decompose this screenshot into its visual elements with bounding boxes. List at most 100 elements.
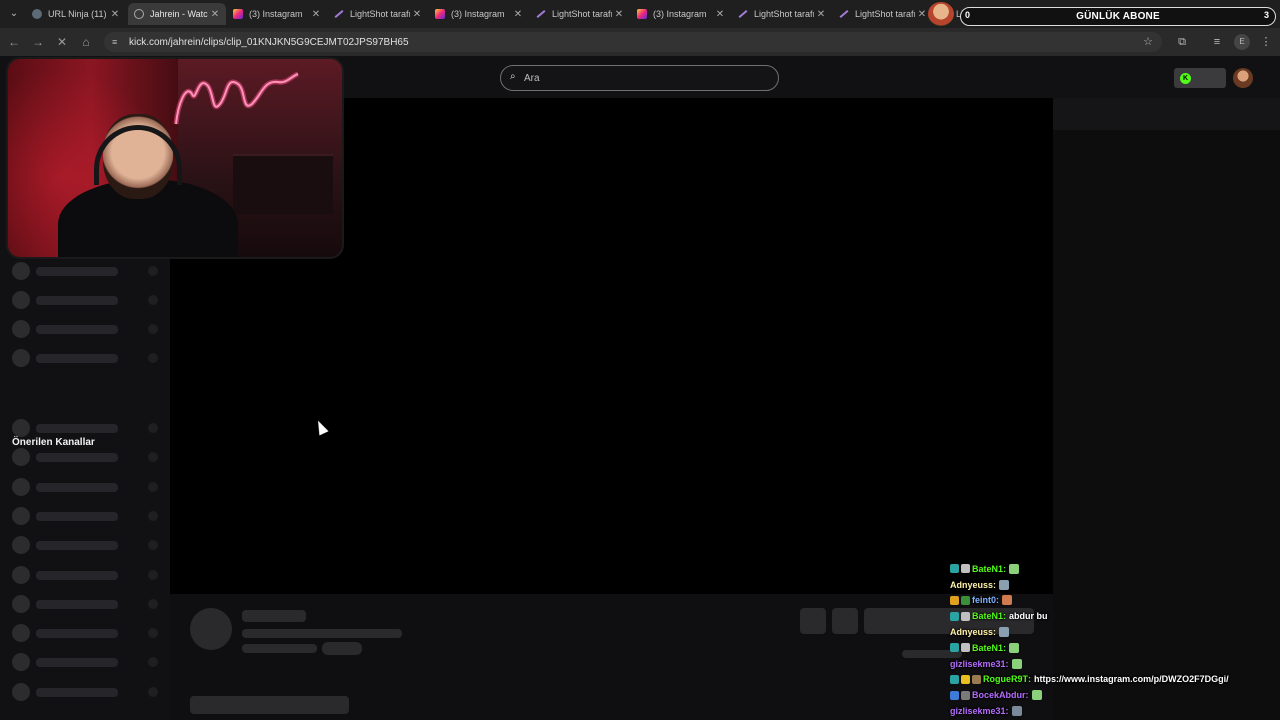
media-controls-icon[interactable]: ≡ [1209, 34, 1225, 50]
sidebar-channel-skeleton [12, 595, 162, 613]
lightshot-favicon-icon [839, 9, 849, 19]
chat-message: Adnyeuss: [950, 624, 1280, 640]
user-badge-icon [961, 643, 970, 653]
tag-skeleton [322, 642, 362, 655]
close-tab-icon[interactable]: ✕ [410, 9, 424, 20]
chat-username: gizlisekme31 [950, 658, 1006, 669]
user-badge-icon [972, 674, 981, 684]
browser-tab[interactable]: (3) Instagram ✕ [227, 3, 327, 25]
chat-text: https://www.instagram.com/p/DWZO2F7DGgi/ [1034, 674, 1229, 685]
tab-title: (3) Instagram [249, 9, 303, 19]
forward-icon[interactable]: → [30, 34, 46, 50]
chat-username: Adnyeuss [950, 627, 994, 638]
chat-message: BateN1: [950, 561, 1280, 577]
home-icon[interactable]: ⌂ [78, 34, 94, 50]
close-tab-icon[interactable]: ✕ [612, 9, 626, 20]
section-skeleton [190, 696, 349, 714]
browser-tab[interactable]: (3) Instagram ✕ [429, 3, 529, 25]
close-tab-icon[interactable]: ✕ [814, 9, 828, 20]
user-badge-icon [950, 674, 959, 684]
chat-message: BocekAbdur: [950, 687, 1280, 703]
tab-title: LightShot tarafından [754, 9, 814, 19]
url-text[interactable]: kick.com/jahrein/clips/clip_01KNJKN5G9CE… [129, 37, 409, 48]
chat-emote-icon [1011, 658, 1022, 669]
browser-tab[interactable]: LightShot tarafından✕ [833, 3, 933, 25]
instagram-favicon-icon [233, 9, 243, 19]
chat-username: gizlisekme31 [950, 706, 1006, 717]
user-badge-icon [950, 690, 959, 700]
search-icon: ⌕ [510, 71, 516, 82]
close-tab-icon[interactable]: ✕ [108, 9, 122, 20]
sidebar-channel-skeleton [12, 536, 162, 554]
instagram-favicon-icon [637, 9, 647, 19]
browser-tab[interactable]: LightShot tarafından✕ [328, 3, 428, 25]
kick-logo-button[interactable]: K [1174, 68, 1226, 88]
chat-emote-icon [999, 579, 1010, 590]
browser-tab[interactable]: (3) Instagram ✕ [631, 3, 731, 25]
neon-sign-icon [173, 71, 299, 125]
browser-tab[interactable]: LightShot tarafından✕ [530, 3, 630, 25]
kick-logo-icon: K [1180, 73, 1191, 84]
sidebar-channel-skeleton [12, 683, 162, 701]
user-badge-icon [961, 611, 970, 621]
recommended-channels-title: Önerilen Kanallar [12, 437, 95, 448]
subtitle-skeleton [242, 629, 402, 638]
sidebar-channel-skeleton [12, 291, 162, 309]
browser-menu-icon[interactable]: ⋮ [1258, 34, 1274, 50]
tab-title: LightShot tarafından [350, 9, 410, 19]
extensions-icon[interactable]: ⧉ [1174, 34, 1190, 50]
browser-tab[interactable]: URL Ninja (11) ✕ [26, 3, 126, 25]
close-tab-icon[interactable]: ✕ [511, 9, 525, 20]
chat-message: BateN1: abdur bu [950, 608, 1280, 624]
sidebar-channel-skeleton [12, 349, 162, 367]
bookmark-star-icon[interactable]: ☆ [1140, 34, 1156, 50]
user-avatar[interactable] [1233, 68, 1253, 88]
channel-avatar-skeleton [190, 608, 232, 650]
meta-skeleton [242, 644, 317, 653]
site-info-icon[interactable]: ≡ [112, 37, 122, 47]
close-tab-icon[interactable]: ✕ [309, 9, 323, 20]
user-badge-icon [950, 611, 959, 621]
stop-loading-icon[interactable]: ✕ [54, 34, 70, 50]
chat-emote-icon [1031, 690, 1042, 701]
right-panel-header [1053, 98, 1280, 130]
lightshot-favicon-icon [738, 9, 748, 19]
lightshot-favicon-icon [334, 9, 344, 19]
stream-overlay-character-icon [928, 2, 954, 26]
sidebar-channel-skeleton [12, 624, 162, 642]
instagram-favicon-icon [435, 9, 445, 19]
close-tab-icon[interactable]: ✕ [208, 9, 222, 20]
clip-info-skeleton [170, 594, 1053, 720]
sidebar-channel-skeleton [12, 653, 162, 671]
streamer-webcam [8, 59, 342, 257]
browser-tab[interactable]: LightShot tarafından✕ [732, 3, 832, 25]
browser-tab[interactable]: Jahrein - Watch ✕ [128, 3, 226, 25]
chat-username: Adnyeuss [950, 579, 994, 590]
tab-title: (3) Instagram [653, 9, 707, 19]
search-input[interactable]: ⌕ Ara [500, 65, 779, 91]
chat-message: gizlisekme31: [950, 656, 1280, 672]
kick-favicon-icon [134, 9, 144, 19]
sidebar-channel-skeleton [12, 320, 162, 338]
daily-subscriber-overlay: 0 GÜNLÜK ABONE 3 [960, 7, 1276, 26]
back-icon[interactable]: ← [6, 34, 22, 50]
ninja-favicon-icon [32, 9, 42, 19]
tab-title: LightShot tarafından [552, 9, 612, 19]
stream-chat-overlay: BateN1: Adnyeuss: feint0: BateN1: abdur bu Ad… [950, 561, 1280, 719]
user-badge-icon [961, 690, 970, 700]
sidebar-channel-skeleton [12, 478, 162, 496]
close-tab-icon[interactable]: ✕ [915, 9, 929, 20]
sidebar-channel-skeleton [12, 448, 162, 466]
user-badge-icon [961, 674, 970, 684]
profile-avatar[interactable]: E [1234, 34, 1250, 50]
browser-tab-strip: ⌄ URL Ninja (11) ✕ Jahrein - Watch ✕ (3) Ins… [0, 0, 1280, 28]
tab-search-chevron-icon[interactable]: ⌄ [6, 6, 22, 22]
chat-message: BateN1: [950, 640, 1280, 656]
chat-emote-icon [999, 627, 1010, 638]
chat-message: RogueR9T: https://www.instagram.com/p/DWZ… [950, 672, 1280, 688]
close-tab-icon[interactable]: ✕ [713, 9, 727, 20]
address-bar: ← → ✕ ⌂ ≡ kick.com/jahrein/clips/clip_01… [0, 28, 1280, 56]
chat-username: BateN1 [972, 563, 1004, 574]
chat-username: BocekAbdur [972, 690, 1026, 701]
title-skeleton [242, 610, 306, 622]
